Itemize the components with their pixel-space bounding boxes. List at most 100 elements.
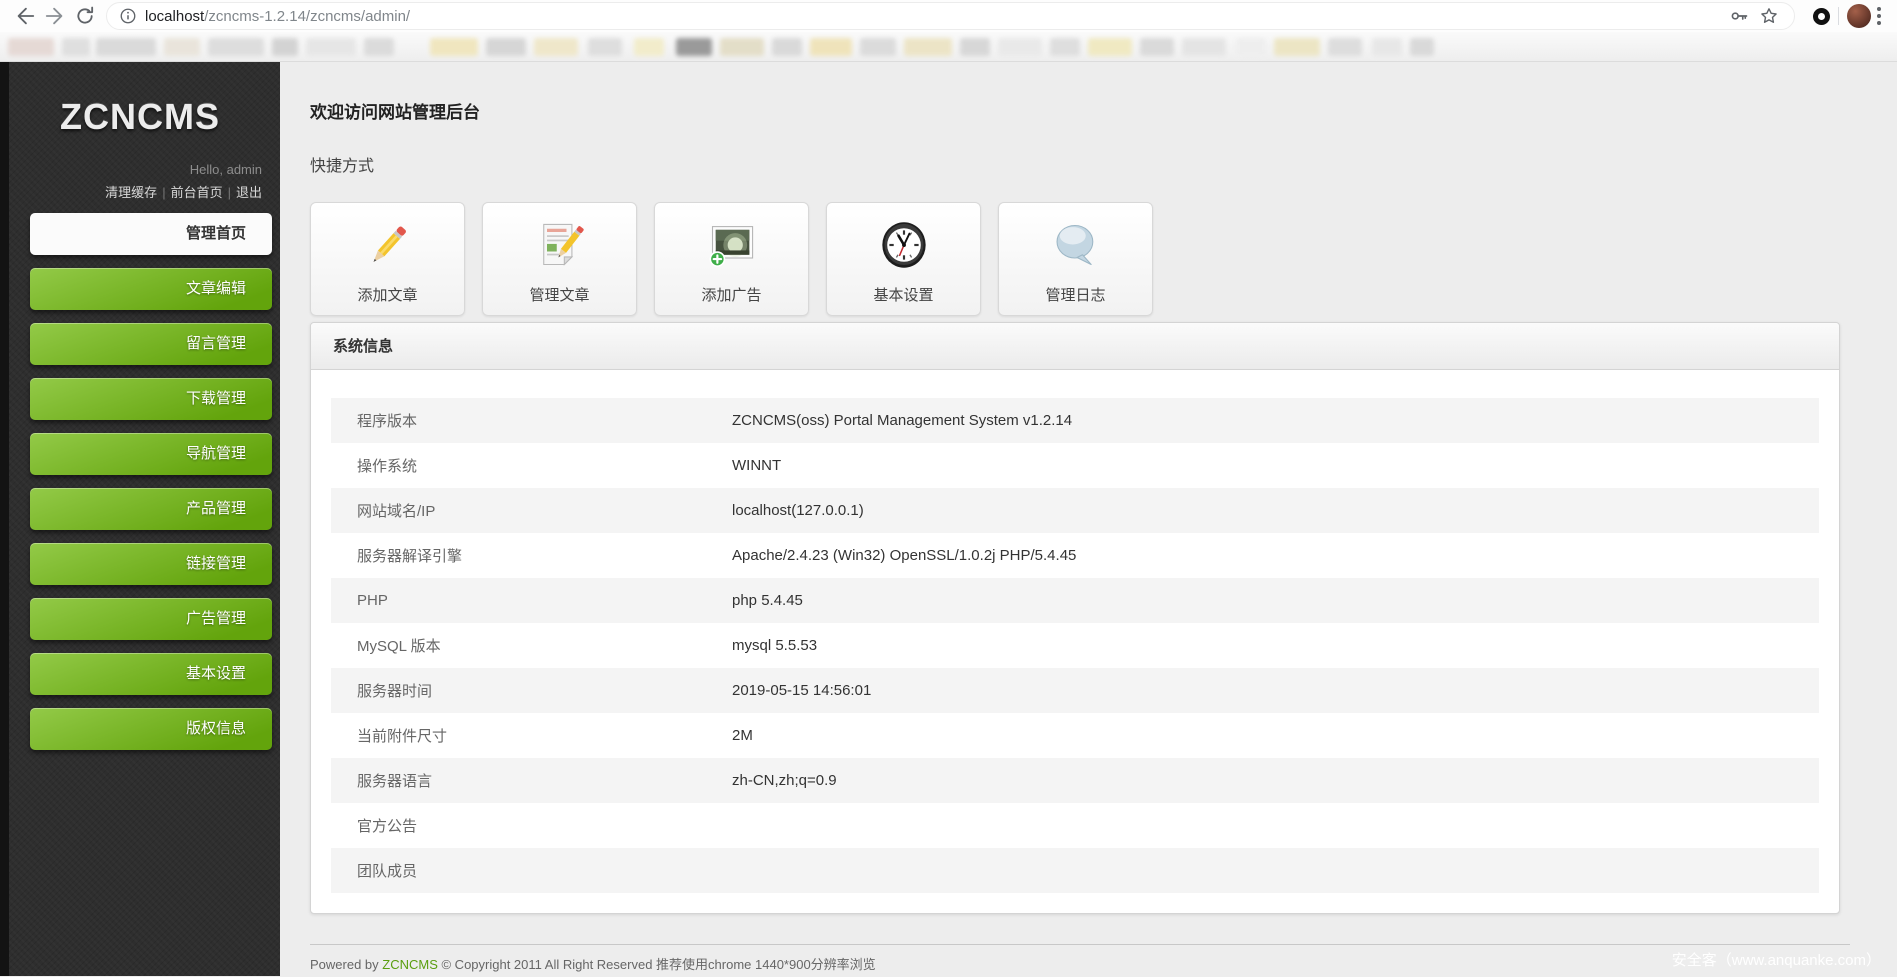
page-title: 欢迎访问网站管理后台 <box>310 103 480 122</box>
document-pencil-icon <box>534 216 586 274</box>
blurred-bookmark-item[interactable] <box>676 38 712 56</box>
bookmarks-bar <box>0 32 1897 62</box>
address-bar[interactable]: localhost/zcncms-1.2.14/zcncms/admin/ <box>106 2 1795 30</box>
footer-text: Powered by ZCNCMS © Copyright 2011 All R… <box>310 954 1897 973</box>
blurred-bookmark-item[interactable] <box>62 38 90 56</box>
url-path: /zcncms-1.2.14/zcncms/admin/ <box>204 7 411 25</box>
info-row: 服务器解译引擎 Apache/2.4.23 (Win32) OpenSSL/1.0… <box>331 533 1819 578</box>
sidebar-item-download-management[interactable]: 下载管理 <box>30 378 272 420</box>
blurred-bookmark-item[interactable] <box>96 38 156 56</box>
info-label: 当前附件尺寸 <box>357 728 448 745</box>
sidebar-item-link-management[interactable]: 链接管理 <box>30 543 272 585</box>
blurred-bookmark-item[interactable] <box>364 38 394 56</box>
profile-avatar[interactable] <box>1847 4 1871 28</box>
page-info-icon[interactable] <box>119 7 137 25</box>
blurred-bookmark-item[interactable] <box>1236 38 1266 56</box>
anquanke-watermark: 安全客（www.anquanke.com） <box>1671 952 1881 969</box>
shortcut-card-add-ad[interactable]: 添加广告 <box>654 202 809 316</box>
blurred-bookmark-item[interactable] <box>534 38 578 56</box>
sidebar-item-admin-home[interactable]: 管理首页 <box>30 213 272 255</box>
blurred-bookmark-item[interactable] <box>486 38 526 56</box>
zcncms-logo: ZCNCMS <box>60 96 220 137</box>
blurred-bookmark-item[interactable] <box>1140 38 1174 56</box>
info-row: MySQL 版本 mysql 5.5.53 <box>331 623 1819 668</box>
blurred-bookmark-item[interactable] <box>208 38 264 56</box>
sidebar-link-clear-cache[interactable]: 清理缓存 <box>105 185 157 200</box>
info-row: 官方公告 <box>331 803 1819 848</box>
shortcut-card-basic-settings[interactable]: 基本设置 <box>826 202 981 316</box>
info-value: 2019-05-15 14:56:01 <box>732 682 872 699</box>
info-label: 操作系统 <box>357 458 418 475</box>
shortcut-card-manage-article[interactable]: 管理文章 <box>482 202 637 316</box>
speech-bubble-icon <box>1050 216 1102 274</box>
info-label: 服务器解译引擎 <box>357 548 463 565</box>
sidebar-item-nav-management[interactable]: 导航管理 <box>30 433 272 475</box>
info-row: 服务器语言 zh-CN,zh;q=0.9 <box>331 758 1819 803</box>
sidebar-item-product-management[interactable]: 产品管理 <box>30 488 272 530</box>
shortcut-card-manage-log[interactable]: 管理日志 <box>998 202 1153 316</box>
info-label: 程序版本 <box>357 413 418 430</box>
sidebar: ZCNCMS Hello, admin 清理缓存 | 前台首页 | 退出 管理首页 文章编… <box>0 62 280 976</box>
shortcut-label: 添加文章 <box>357 287 418 304</box>
sidebar-link-logout[interactable]: 退出 <box>236 185 262 200</box>
blurred-bookmark-item[interactable] <box>1410 38 1434 56</box>
blurred-bookmark-item[interactable] <box>860 38 896 56</box>
info-row: PHP php 5.4.45 <box>331 578 1819 623</box>
info-row: 操作系统 WINNT <box>331 443 1819 488</box>
blurred-bookmark-item[interactable] <box>588 38 622 56</box>
forward-icon[interactable] <box>40 1 70 31</box>
shortcut-label: 基本设置 <box>873 287 934 304</box>
blurred-bookmark-item[interactable] <box>904 38 952 56</box>
shortcut-card-add-article[interactable]: 添加文章 <box>310 202 465 316</box>
blurred-bookmark-item[interactable] <box>720 38 764 56</box>
info-label: 服务器时间 <box>357 683 433 700</box>
url-text[interactable]: localhost/zcncms-1.2.14/zcncms/admin/ <box>145 8 410 25</box>
reload-icon[interactable] <box>70 1 100 31</box>
extension-icon[interactable] <box>1813 7 1830 25</box>
blurred-bookmark-item[interactable] <box>1328 38 1362 56</box>
blurred-bookmark-item[interactable] <box>634 38 664 56</box>
sidebar-item-copyright-info[interactable]: 版权信息 <box>30 708 272 750</box>
panel-title: 系统信息 <box>311 323 1839 370</box>
password-key-icon[interactable] <box>1724 1 1754 31</box>
sidebar-menu: 管理首页文章编辑留言管理下载管理导航管理产品管理链接管理广告管理基本设置版权信息 <box>0 213 280 750</box>
sidebar-item-basic-settings[interactable]: 基本设置 <box>30 653 272 695</box>
toolbar-divider <box>1838 7 1839 25</box>
blurred-bookmark-item[interactable] <box>1274 38 1320 56</box>
admin-page: ZCNCMS Hello, admin 清理缓存 | 前台首页 | 退出 管理首页 文章编… <box>0 62 1897 976</box>
blurred-bookmark-item[interactable] <box>1372 38 1402 56</box>
info-label: 服务器语言 <box>357 773 433 790</box>
info-row: 程序版本 ZCNCMS(oss) Portal Management System… <box>331 398 1819 443</box>
blurred-bookmark-item[interactable] <box>306 38 356 56</box>
blurred-bookmark-item[interactable] <box>1182 38 1226 56</box>
blurred-bookmark-item[interactable] <box>164 38 200 56</box>
bookmark-star-icon[interactable] <box>1754 1 1784 31</box>
blurred-bookmark-item[interactable] <box>8 38 54 56</box>
browser-menu-icon[interactable] <box>1871 3 1887 29</box>
blurred-bookmark-item[interactable] <box>810 38 852 56</box>
blurred-bookmark-item[interactable] <box>272 38 298 56</box>
info-label: 团队成员 <box>357 863 418 880</box>
url-host: localhost <box>145 7 205 25</box>
shortcut-label: 管理文章 <box>529 287 590 304</box>
info-row: 当前附件尺寸 2M <box>331 713 1819 758</box>
blurred-bookmark-item[interactable] <box>1088 38 1132 56</box>
info-value: localhost(127.0.0.1) <box>732 502 864 519</box>
blurred-bookmark-item[interactable] <box>772 38 802 56</box>
back-icon[interactable] <box>10 1 40 31</box>
link-separator: | <box>162 185 166 200</box>
sidebar-item-message-management[interactable]: 留言管理 <box>30 323 272 365</box>
sidebar-link-site-front-home[interactable]: 前台首页 <box>171 185 223 200</box>
info-row: 网站域名/IP localhost(127.0.0.1) <box>331 488 1819 533</box>
blurred-bookmark-item[interactable] <box>1050 38 1080 56</box>
info-row: 服务器时间 2019-05-15 14:56:01 <box>331 668 1819 713</box>
blurred-bookmark-item[interactable] <box>960 38 990 56</box>
footer-divider <box>310 944 1850 945</box>
info-value: WINNT <box>732 457 782 474</box>
sidebar-item-ad-management[interactable]: 广告管理 <box>30 598 272 640</box>
blurred-bookmark-item[interactable] <box>998 38 1042 56</box>
sidebar-item-article-edit[interactable]: 文章编辑 <box>30 268 272 310</box>
blurred-bookmark-item[interactable] <box>430 38 478 56</box>
zcncms-footer-link[interactable]: ZCNCMS <box>382 957 438 972</box>
greeting-text: Hello, admin <box>189 162 262 177</box>
